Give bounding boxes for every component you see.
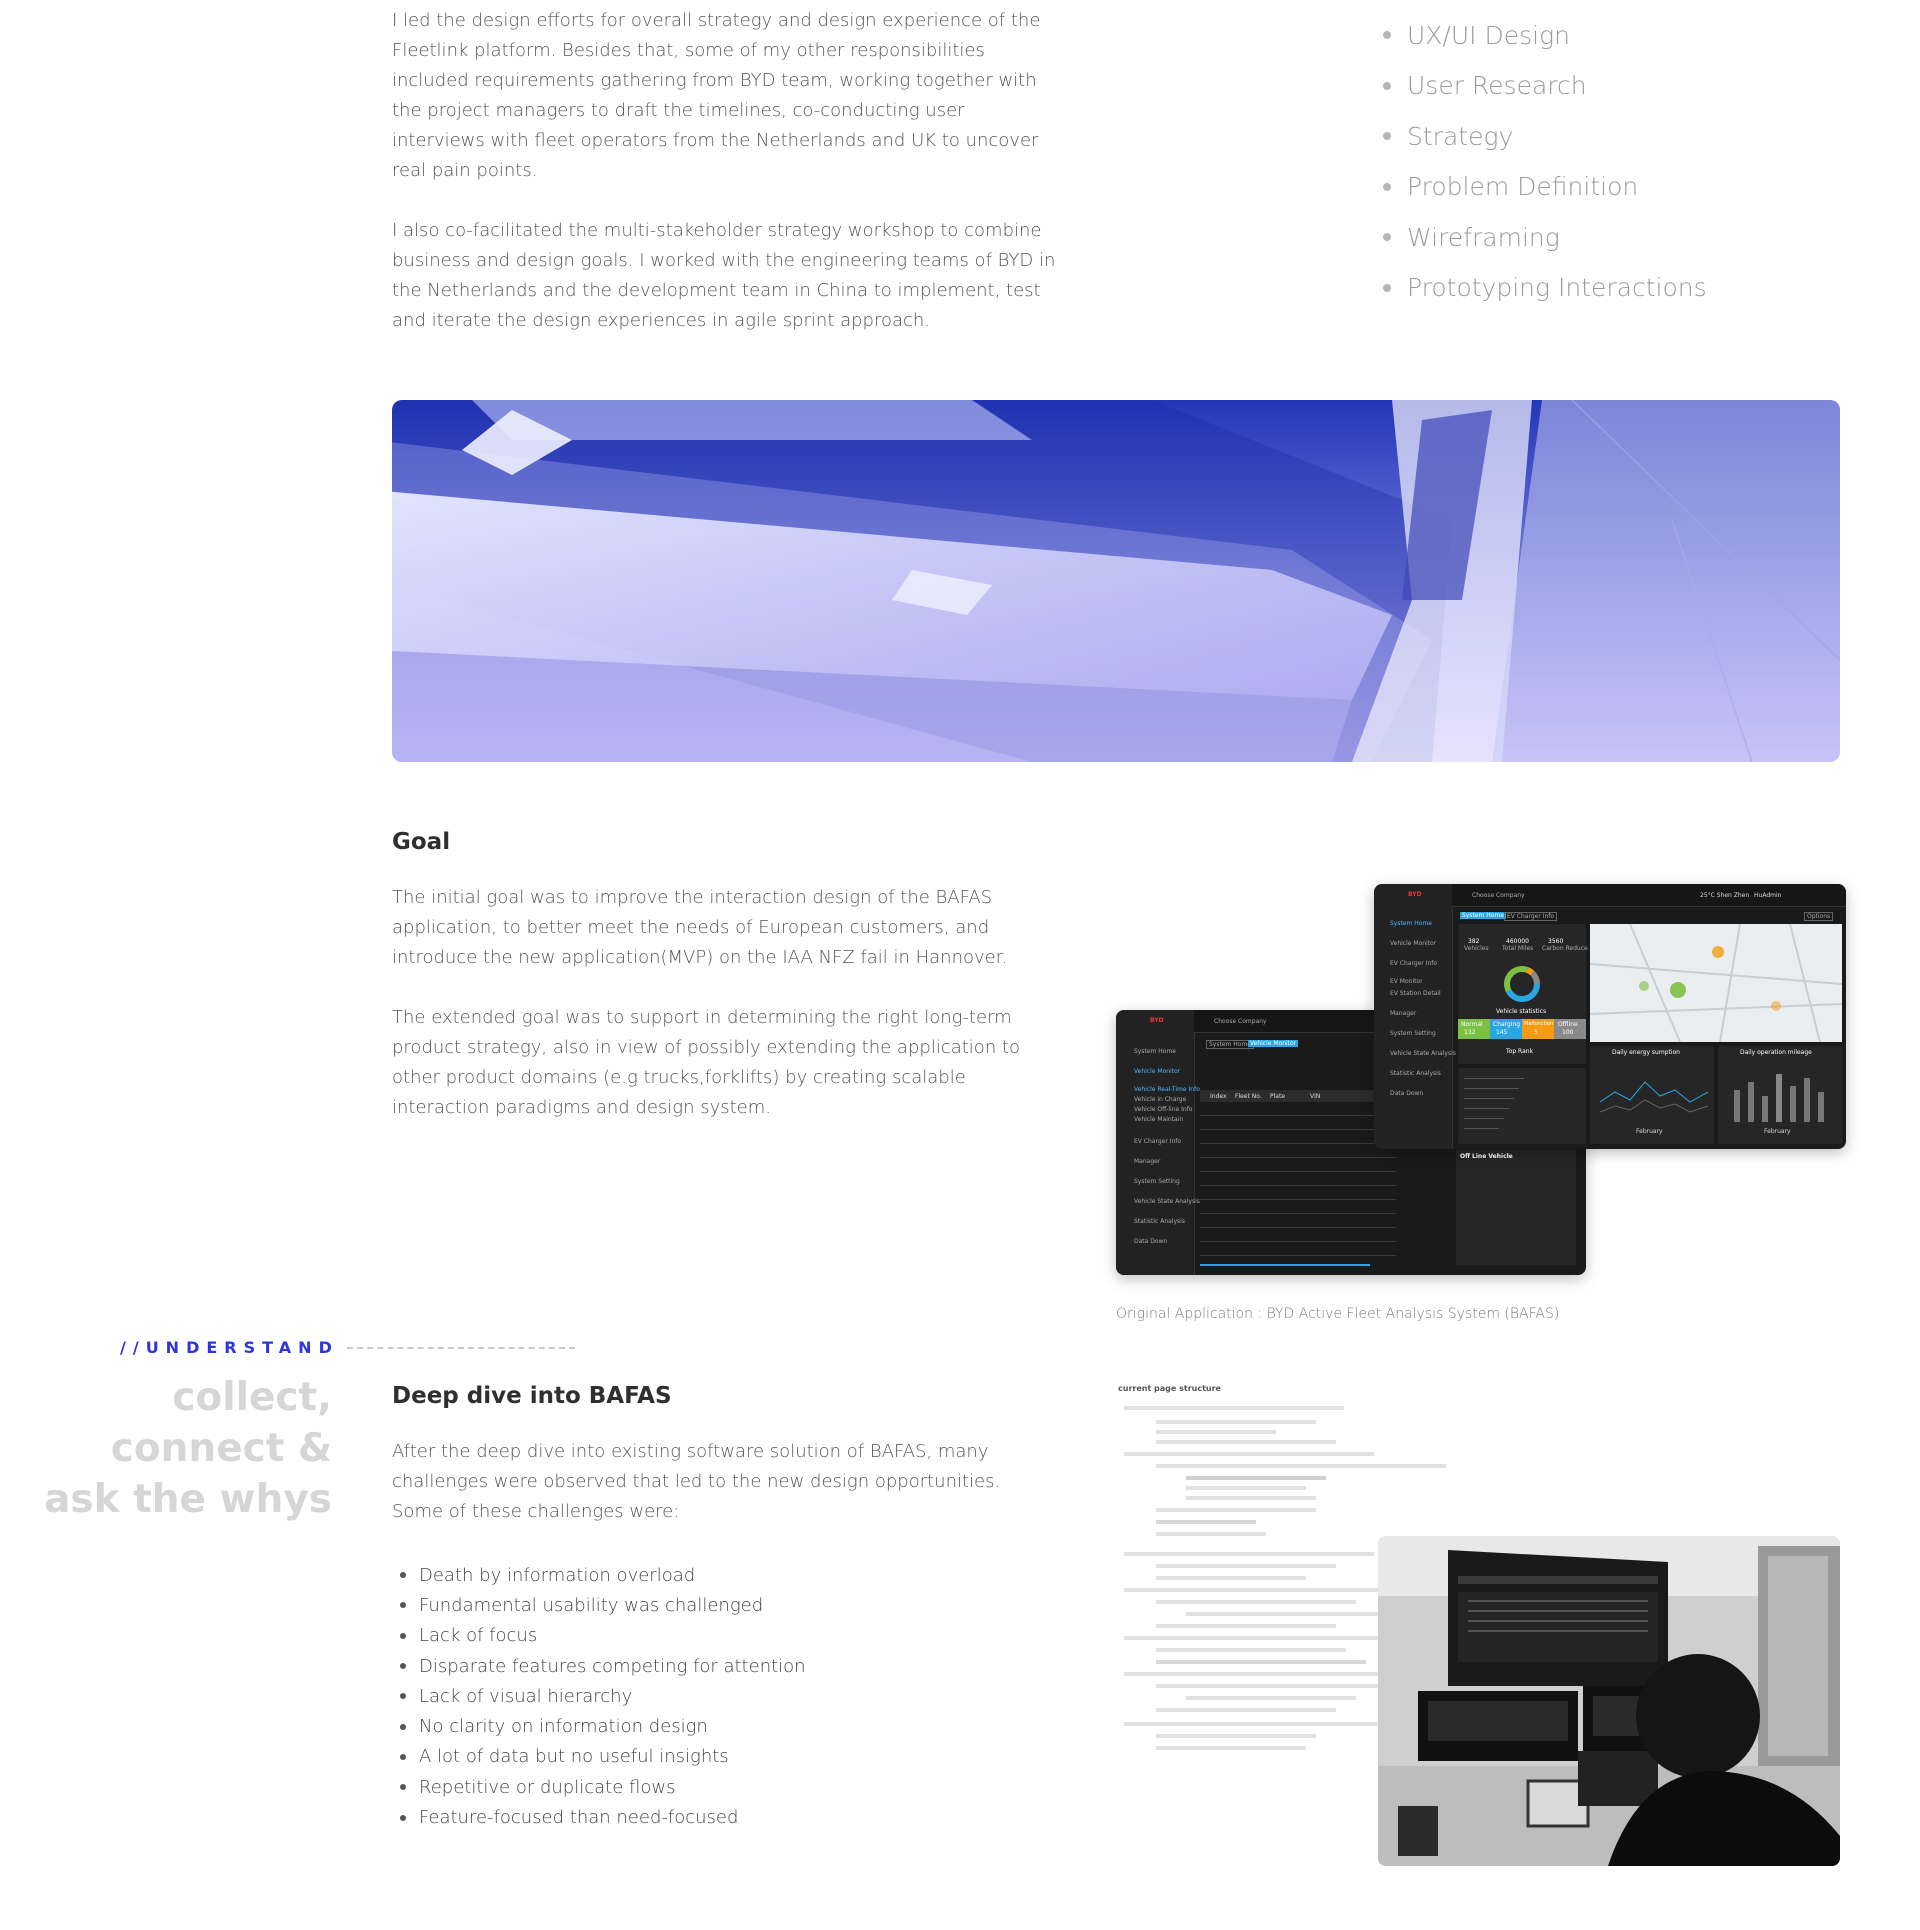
dashed-divider	[346, 1346, 575, 1349]
intro-paragraph-2: I also co-facilitated the multi-stakehol…	[392, 220, 1056, 331]
deep-dive-heading: Deep dive into BAFAS	[392, 1383, 672, 1409]
top-rank-list	[1458, 1068, 1586, 1144]
menu-item: Data Down	[1390, 1090, 1424, 1097]
section-tagline: collect, connect & ask the whys	[44, 1375, 332, 1522]
menu-item: Data Down	[1134, 1238, 1168, 1245]
bus-roof-illustration	[392, 400, 1840, 762]
bullet-icon	[1383, 233, 1391, 242]
challenge-item: Repetitive or duplicate flows	[400, 1772, 806, 1802]
menu-item: Vehicle in Charge	[1134, 1096, 1187, 1103]
bullet-icon	[1383, 182, 1391, 191]
challenge-item: Disparate features competing for attenti…	[400, 1651, 806, 1681]
challenge-item: Feature-focused than need-focused	[400, 1802, 806, 1832]
bullet-icon	[400, 1693, 406, 1700]
menu-item: Statistic Analysis	[1390, 1070, 1441, 1077]
byd-logo: BYD	[1408, 891, 1422, 898]
status-malfunction: Malfunction 5	[1522, 1019, 1554, 1039]
status-offline: Offline 100	[1554, 1019, 1586, 1039]
map-panel	[1589, 923, 1843, 1043]
menu-item: Vehicle State Analysis	[1134, 1198, 1200, 1205]
menu-item: EV Charger Info	[1390, 960, 1438, 967]
skill-item: UX/UI Design	[1383, 10, 1707, 61]
table-header: Index Fleet No. Plate VIN	[1200, 1090, 1396, 1102]
menu-item: System Setting	[1134, 1178, 1180, 1185]
status-charging: Charging 145	[1490, 1019, 1522, 1039]
deep-dive-text: After the deep dive into existing softwa…	[392, 1437, 1052, 1557]
crumb: System Home	[1460, 912, 1506, 919]
menu-item: Manager	[1390, 1010, 1417, 1017]
challenge-item: Death by information overload	[400, 1560, 806, 1590]
weather-location: 25°C Shen Zhen	[1700, 892, 1750, 899]
section-label: //UNDERSTAND	[120, 1338, 339, 1357]
menu-item: EV Station Detail	[1390, 990, 1441, 997]
image-caption: Original Application : BYD Active Fleet …	[1116, 1306, 1560, 1322]
deep-dive-paragraph: After the deep dive into existing softwa…	[392, 1441, 1001, 1522]
challenge-item: Lack of focus	[400, 1621, 806, 1651]
challenge-item: No clarity on information design	[400, 1711, 806, 1741]
daily-mileage-chart: Daily operation mileage February	[1718, 1046, 1842, 1144]
app-sidebar: BYD System Home Vehicle Monitor Vehicle …	[1116, 1010, 1200, 1275]
goal-paragraph-2: The extended goal was to support in dete…	[392, 1007, 1021, 1118]
skill-item: Wireframing	[1383, 212, 1707, 263]
app-topbar: Choose Company 25°C Shen Zhen HuAdmin	[1452, 884, 1846, 907]
crumb: EV Charger Info	[1504, 912, 1558, 921]
bullet-icon	[1383, 132, 1391, 141]
goal-text: The initial goal was to improve the inte…	[392, 883, 1062, 1153]
skill-item: User Research	[1383, 61, 1707, 112]
bafas-dashboard-screenshot: BYD System Home Vehicle Monitor EV Charg…	[1374, 884, 1846, 1149]
bullet-icon	[1383, 31, 1391, 40]
user-name: HuAdmin	[1754, 892, 1782, 899]
bullet-icon	[400, 1602, 406, 1609]
goal-heading: Goal	[392, 829, 451, 855]
menu-item: System Home	[1134, 1048, 1176, 1055]
vehicle-stats-panel: 382 Vehicles 460000 Total Miles 3560 Car…	[1458, 924, 1588, 1064]
crumb: System Home	[1206, 1040, 1254, 1049]
goal-paragraph-1: The initial goal was to improve the inte…	[392, 887, 1008, 968]
challenge-item: Lack of visual hierarchy	[400, 1681, 806, 1711]
skills-list: UX/UI Design User Research Strategy Prob…	[1383, 10, 1707, 313]
menu-item: Vehicle Off-line Info	[1134, 1106, 1193, 1113]
byd-logo: BYD	[1150, 1017, 1164, 1024]
menu-item: System Setting	[1390, 1030, 1436, 1037]
hero-image	[392, 400, 1840, 762]
bullet-icon	[400, 1753, 406, 1760]
menu-item: Vehicle Maintain	[1134, 1116, 1184, 1123]
crumb: Vehicle Monitor	[1248, 1040, 1299, 1047]
bullet-icon	[400, 1663, 406, 1670]
daily-energy-chart: Daily energy sumption February	[1590, 1046, 1714, 1144]
bullet-icon	[1383, 283, 1391, 292]
menu-item: System Home	[1390, 920, 1432, 927]
app-sidebar: BYD System Home Vehicle Monitor EV Charg…	[1374, 884, 1456, 1149]
menu-item: EV Charger Info	[1134, 1138, 1182, 1145]
menu-item: Vehicle Monitor	[1390, 940, 1437, 947]
bullet-icon	[400, 1723, 406, 1730]
menu-item: Vehicle Real-Time Info	[1134, 1086, 1200, 1093]
offline-vehicle-panel: Off Line Vehicle	[1456, 1150, 1576, 1265]
operator-workstation-photo	[1378, 1536, 1840, 1866]
bullet-icon	[400, 1784, 406, 1791]
options-dropdown: Options	[1804, 912, 1834, 921]
company-select: Choose Company	[1214, 1018, 1267, 1025]
menu-item: Manager	[1134, 1158, 1161, 1165]
skill-item: Prototyping Interactions	[1383, 263, 1707, 314]
understand-label: //UNDERSTAND	[120, 1338, 575, 1357]
challenges-list: Death by information overload Fundamenta…	[400, 1560, 806, 1833]
intro-text: I led the design efforts for overall str…	[392, 6, 1062, 366]
status-normal: Normal 132	[1458, 1019, 1490, 1039]
menu-item: EV Monitor	[1390, 978, 1423, 985]
challenge-item: Fundamental usability was challenged	[400, 1590, 806, 1620]
bullet-icon	[400, 1632, 406, 1639]
donut-chart	[1504, 966, 1540, 1002]
challenge-item: A lot of data but no useful insights	[400, 1742, 806, 1772]
skill-item: Problem Definition	[1383, 162, 1707, 213]
bullet-icon	[1383, 81, 1391, 90]
menu-item: Vehicle State Analysis	[1390, 1050, 1456, 1057]
bullet-icon	[400, 1572, 406, 1579]
intro-paragraph-1: I led the design efforts for overall str…	[392, 10, 1041, 181]
menu-item: Vehicle Monitor	[1134, 1068, 1181, 1075]
company-select: Choose Company	[1472, 892, 1525, 899]
bullet-icon	[400, 1814, 406, 1821]
skill-item: Strategy	[1383, 111, 1707, 162]
menu-item: Statistic Analysis	[1134, 1218, 1185, 1225]
